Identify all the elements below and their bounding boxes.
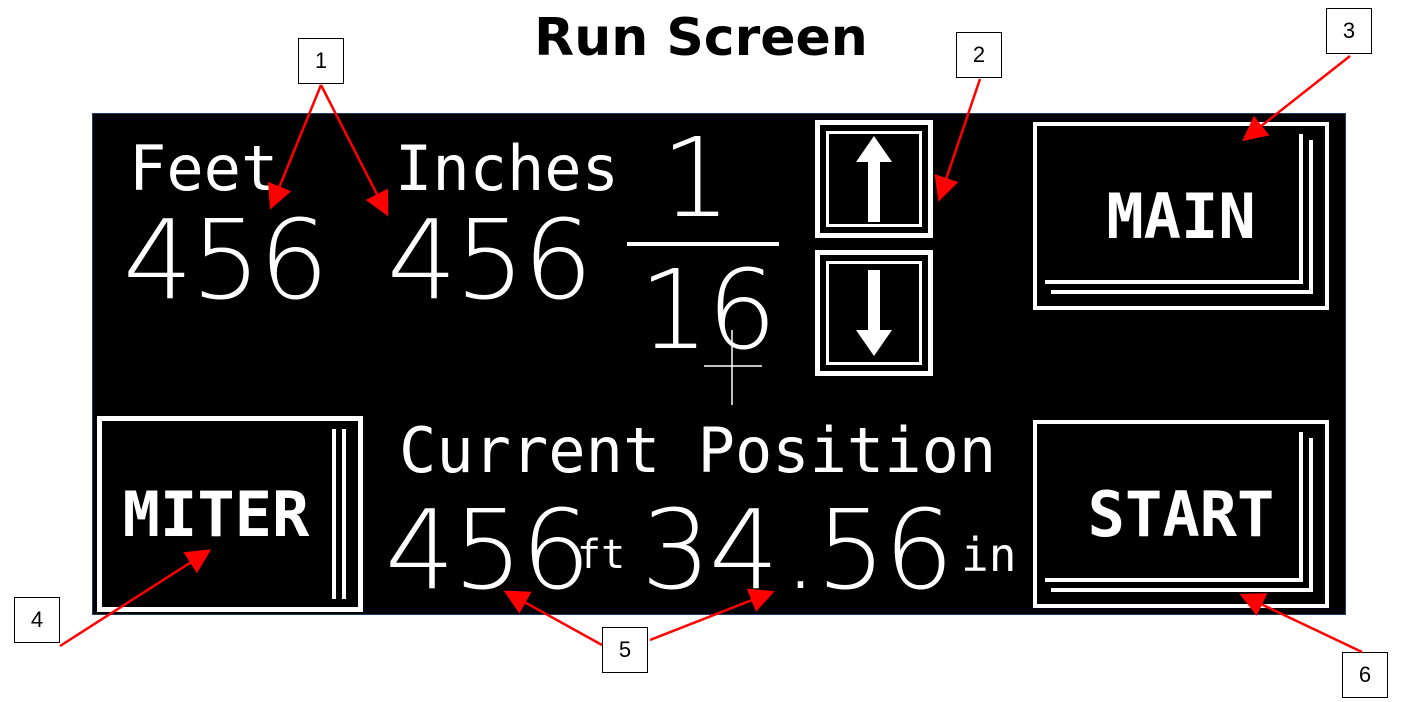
main-button-label: MAIN — [1106, 179, 1256, 253]
callout-5-arrow-a — [503, 590, 603, 647]
callout-1-arrow-b — [319, 84, 389, 217]
callout-2-arrow — [934, 78, 982, 202]
callout-3-arrow — [1242, 55, 1351, 142]
cursor-crosshair-icon — [704, 330, 762, 405]
callout-6-arrow — [1239, 593, 1363, 654]
callout-5-arrow-b — [649, 588, 775, 642]
callout-arrows — [59, 55, 1363, 654]
start-button-label: START — [1087, 477, 1275, 551]
callout-1-arrow-a — [267, 84, 323, 210]
callout-4-arrow — [59, 549, 212, 648]
